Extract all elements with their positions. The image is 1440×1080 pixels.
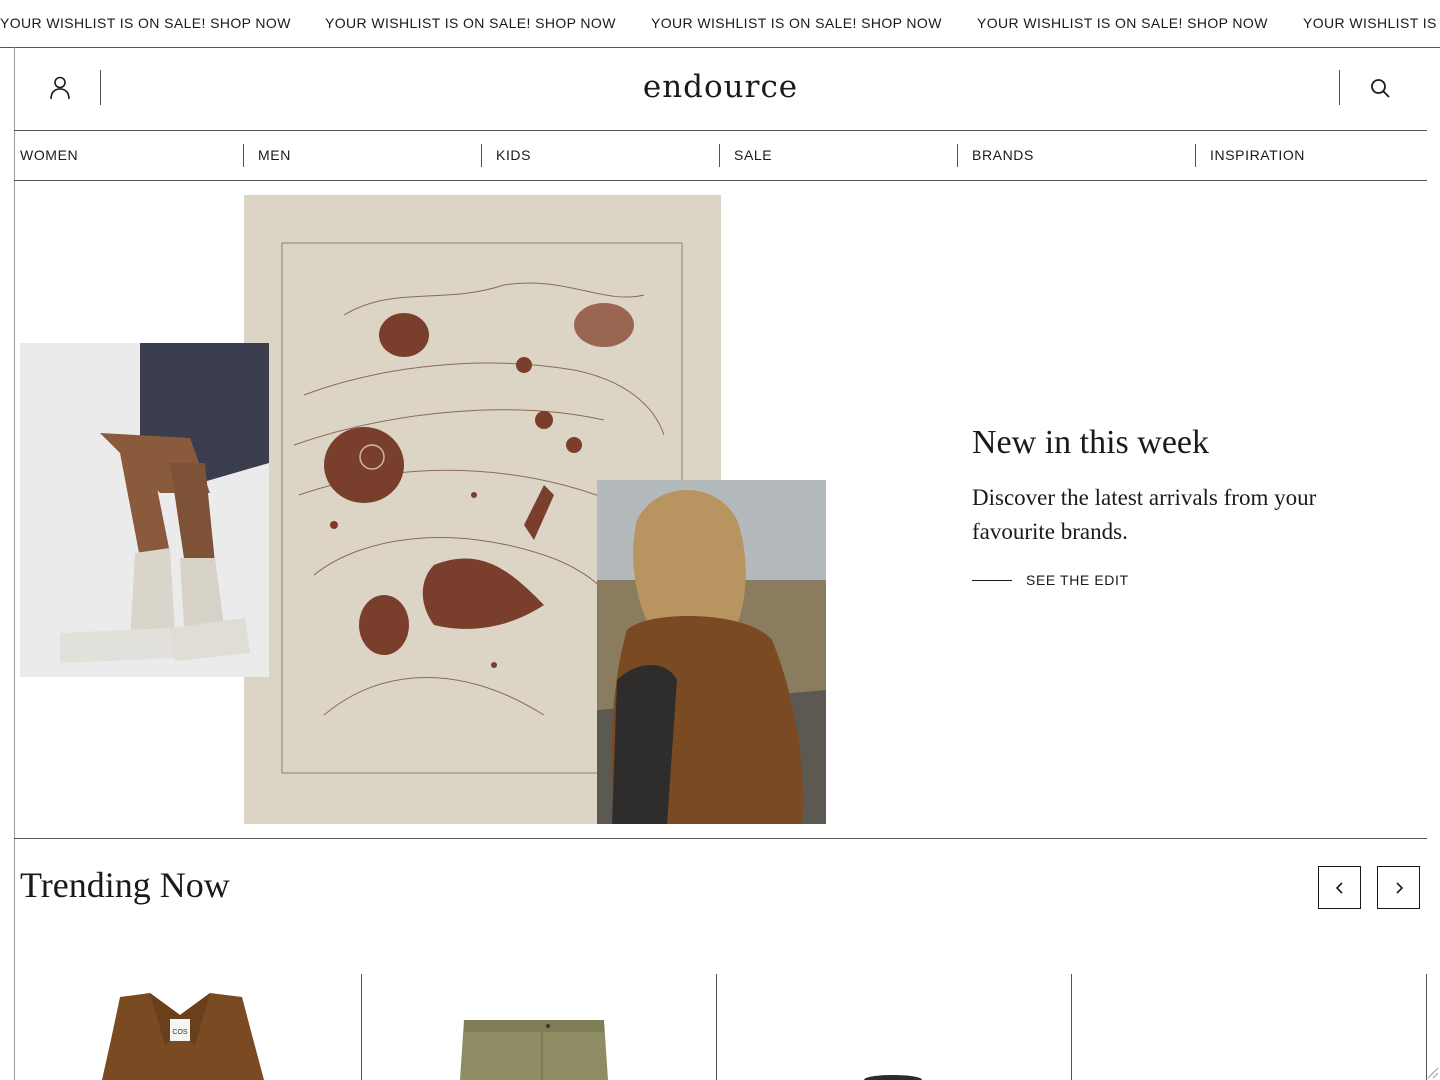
hero-fashion-image-socks[interactable]	[20, 343, 269, 677]
header-divider	[1339, 70, 1340, 105]
product-card[interactable]	[362, 975, 716, 1080]
nav-item-sale[interactable]: SALE	[734, 147, 772, 163]
main-nav: WOMEN MEN KIDS SALE BRANDS INSPIRATION	[14, 131, 1427, 181]
announcement-ticker[interactable]: YOUR WISHLIST IS ON SALE! SHOP NOW YOUR …	[0, 0, 1440, 48]
hero-fashion-image-coat[interactable]	[597, 480, 826, 824]
nav-item-kids[interactable]: KIDS	[496, 147, 531, 163]
trending-title: Trending Now	[20, 865, 230, 905]
nav-item-women[interactable]: WOMEN	[20, 147, 78, 163]
nav-separator	[957, 144, 958, 167]
nav-item-inspiration[interactable]: INSPIRATION	[1210, 147, 1305, 163]
ticker-message[interactable]: YOUR WISHLIST IS ON SALE! SHOP NOW	[325, 15, 616, 31]
product-card[interactable]	[1072, 975, 1426, 1080]
product-image-top	[864, 1075, 922, 1080]
nav-separator	[1195, 144, 1196, 167]
nav-item-men[interactable]: MEN	[258, 147, 291, 163]
page-frame-border	[14, 47, 15, 1080]
product-image-coat: COS	[102, 993, 264, 1080]
search-icon	[1371, 79, 1390, 98]
chevron-right-icon	[1396, 882, 1404, 894]
resize-grip-icon[interactable]	[1428, 1068, 1438, 1078]
nav-separator	[243, 144, 244, 167]
product-image-trousers	[460, 1020, 608, 1080]
nav-item-brands[interactable]: BRANDS	[972, 147, 1034, 163]
carousel-next-button[interactable]	[1377, 866, 1420, 909]
product-separator	[1426, 974, 1427, 1080]
hero-title: New in this week	[972, 424, 1210, 461]
product-card[interactable]	[717, 975, 1071, 1080]
nav-separator	[719, 144, 720, 167]
ticker-message[interactable]: YOUR WISHLIST IS ON SALE! SHOP NOW	[1303, 15, 1440, 31]
ticker-message[interactable]: YOUR WISHLIST IS ON SALE! SHOP NOW	[977, 15, 1268, 31]
ticker-message[interactable]: YOUR WISHLIST IS ON SALE! SHOP NOW	[0, 15, 291, 31]
product-card[interactable]: COS	[20, 975, 360, 1080]
carousel-prev-button[interactable]	[1318, 866, 1361, 909]
site-logo[interactable]: endource	[14, 69, 1427, 105]
link-underline-dash	[972, 580, 1012, 581]
search-button[interactable]	[1369, 77, 1393, 101]
section-divider	[14, 838, 1427, 839]
hero-subtitle: Discover the latest arrivals from your f…	[972, 485, 1317, 544]
ticker-message[interactable]: YOUR WISHLIST IS ON SALE! SHOP NOW	[651, 15, 942, 31]
site-header: endource	[14, 47, 1427, 131]
product-brand-tag: COS	[172, 1029, 188, 1036]
chevron-left-icon	[1335, 882, 1343, 894]
see-the-edit-label: SEE THE EDIT	[1026, 572, 1129, 588]
nav-separator	[481, 144, 482, 167]
